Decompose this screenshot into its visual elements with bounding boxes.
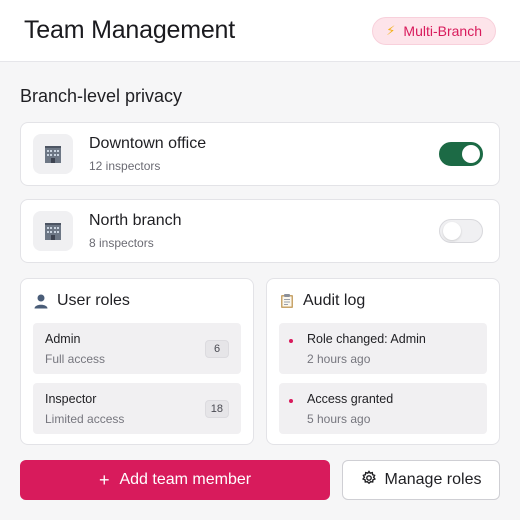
privacy-toggle-north[interactable]: [439, 219, 483, 243]
manage-roles-button[interactable]: Manage roles: [342, 460, 500, 500]
user-icon: [33, 293, 49, 309]
building-icon: [33, 134, 73, 174]
role-description: Limited access: [45, 411, 125, 426]
page-title: Team Management: [24, 16, 236, 44]
header: Team Management ⚡ Multi-Branch: [0, 0, 520, 62]
audit-log-panel: Audit log Role changed: Admin 2 hours ag…: [266, 278, 500, 445]
user-roles-title: User roles: [57, 292, 130, 309]
branch-inspector-count: 8 inspectors: [89, 236, 154, 250]
lightning-icon: ⚡: [386, 22, 396, 38]
bullet-dot: [289, 399, 293, 403]
privacy-section-title: Branch-level privacy: [20, 86, 183, 106]
audit-entry: Access granted 5 hours ago: [279, 383, 487, 434]
audit-event: Role changed: Admin: [307, 331, 426, 346]
user-roles-panel: User roles Admin Full access 6 Inspector…: [20, 278, 254, 445]
multi-branch-badge: ⚡ Multi-Branch: [372, 16, 496, 45]
audit-time: 2 hours ago: [307, 351, 371, 366]
role-member-count: 6: [205, 339, 229, 358]
branch-name: Downtown office: [89, 135, 207, 152]
branch-inspector-count: 12 inspectors: [89, 159, 161, 173]
role-item-inspector[interactable]: Inspector Limited access 18: [33, 383, 241, 434]
privacy-toggle-downtown[interactable]: [439, 142, 483, 166]
role-name: Admin: [45, 331, 81, 346]
audit-event: Access granted: [307, 391, 394, 406]
add-team-member-button[interactable]: + Add team member: [20, 460, 330, 500]
clipboard-icon: [279, 293, 295, 309]
add-team-member-label: Add team member: [119, 471, 252, 488]
audit-entry: Role changed: Admin 2 hours ago: [279, 323, 487, 374]
audit-time: 5 hours ago: [307, 411, 371, 426]
audit-log-title: Audit log: [303, 292, 366, 309]
role-description: Full access: [45, 351, 106, 366]
manage-roles-label: Manage roles: [384, 471, 482, 488]
gear-icon: [361, 469, 377, 491]
team-management-screen: Team Management ⚡ Multi-Branch Branch-le…: [0, 0, 520, 520]
plus-icon: +: [98, 470, 110, 490]
role-member-count: 18: [204, 399, 229, 418]
role-item-admin[interactable]: Admin Full access 6: [33, 323, 241, 374]
toggle-knob: [443, 222, 461, 240]
toggle-knob: [462, 145, 480, 163]
badge-label: Multi-Branch: [403, 22, 482, 39]
building-icon: [33, 211, 73, 251]
bullet-dot: [289, 339, 293, 343]
branch-card-downtown: Downtown office 12 inspectors: [20, 122, 500, 186]
branch-card-north: North branch 8 inspectors: [20, 199, 500, 263]
branch-name: North branch: [89, 212, 182, 229]
role-name: Inspector: [45, 391, 97, 406]
